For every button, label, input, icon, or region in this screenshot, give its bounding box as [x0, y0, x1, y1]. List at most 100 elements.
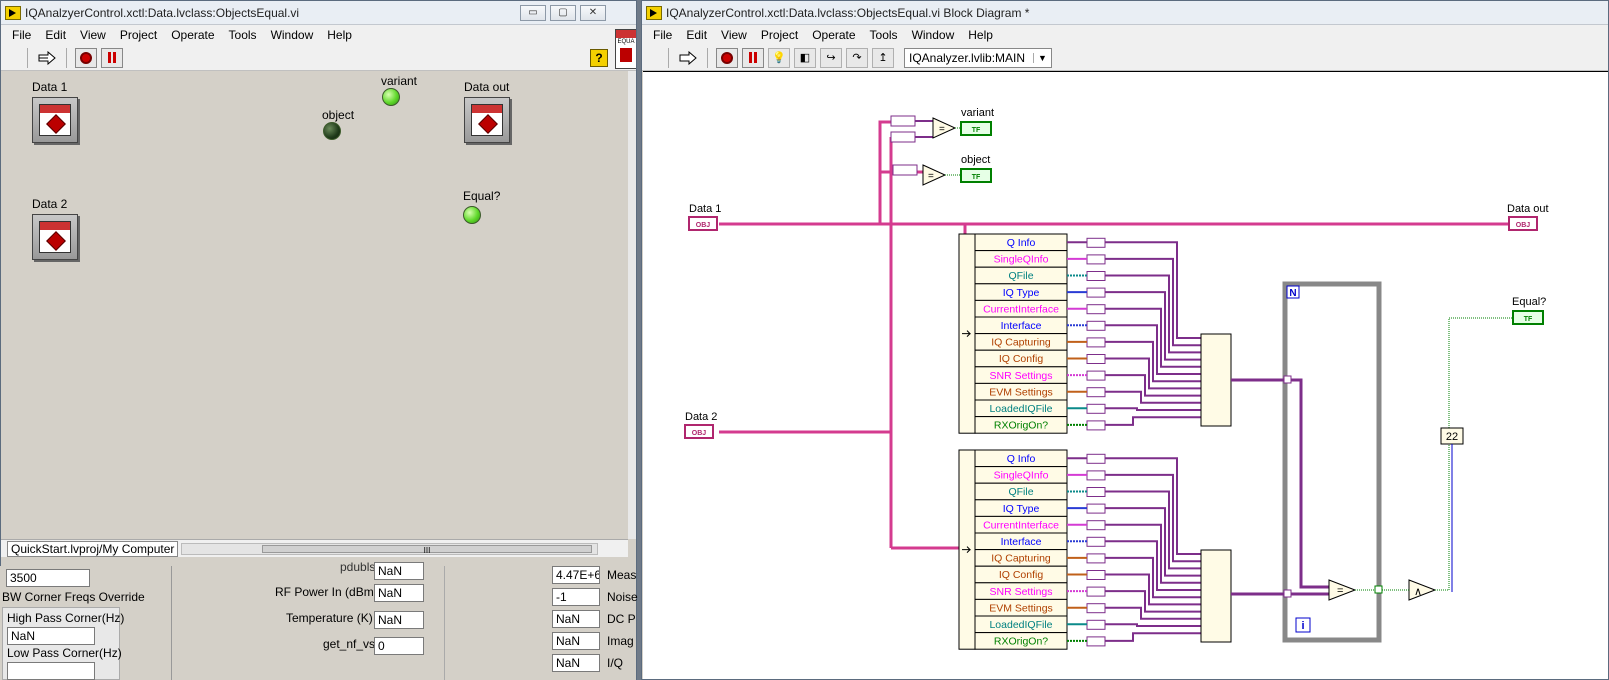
equal-node-variant[interactable]: =	[932, 117, 957, 139]
object-cube-icon	[46, 231, 66, 251]
unbundle-element-2: QFile	[1008, 486, 1033, 498]
step-out-icon[interactable]: ↥	[872, 47, 894, 68]
equal-led	[463, 206, 481, 224]
context-help-icon[interactable]: ?	[590, 49, 608, 67]
constant-22[interactable]: 22	[1440, 427, 1464, 445]
unbundle-element-11: RXOrigOn?	[994, 420, 1048, 432]
get-nf-vs-label: get_nf_vs	[323, 637, 376, 651]
data1-terminal[interactable]: Data 1 OBJ	[688, 203, 721, 231]
to-variant-node	[1086, 503, 1106, 514]
front-panel-hscroll[interactable]: III	[181, 543, 598, 555]
menu-tools[interactable]: Tools	[863, 28, 905, 42]
front-panel-menubar: File Edit View Project Operate Tools Win…	[1, 25, 636, 45]
equal-terminal[interactable]: Equal? TF	[1512, 296, 1546, 325]
bw-override-label: BW Corner Freqs Override	[2, 590, 145, 604]
to-variant-node	[1086, 470, 1106, 481]
to-variant-node	[1086, 536, 1106, 547]
abort-button[interactable]	[716, 47, 738, 68]
unbundle-1-output-wires	[1067, 241, 1201, 426]
maximize-icon[interactable]: ▢	[550, 5, 576, 21]
unbundle-by-name-2[interactable]: Q Info SingleQInfo QFile IQ Type CurrentInte…	[958, 449, 1106, 650]
to-variant-node	[1086, 636, 1106, 647]
block-diagram-titlebar[interactable]: IQAnalyzerControl.xctl:Data.lvclass:Obje…	[642, 1, 1608, 25]
step-into-icon[interactable]: ↪	[820, 47, 842, 68]
step-over-icon[interactable]: ↷	[846, 47, 868, 68]
to-variant-nodes[interactable]	[890, 115, 916, 143]
unbundle-by-name-1[interactable]: Q Info SingleQInfo QFile IQ Type CurrentInte…	[958, 233, 1106, 434]
pause-button[interactable]	[101, 47, 123, 68]
minimize-icon[interactable]: ▭	[520, 5, 546, 21]
menu-tools[interactable]: Tools	[222, 28, 264, 42]
data2-terminal[interactable]: Data 2 OBJ	[684, 411, 717, 439]
value-iq[interactable]: NaN	[552, 654, 600, 672]
menu-view[interactable]: View	[73, 28, 113, 42]
front-panel-titlebar[interactable]: IQAnalzyerControl.xctl:Data.lvclass:Obje…	[1, 1, 636, 25]
menu-help[interactable]: Help	[961, 28, 1000, 42]
to-variant-node	[1086, 370, 1106, 381]
build-array-2[interactable]	[1200, 549, 1232, 643]
stop-icon	[80, 51, 92, 64]
low-pass-label: Low Pass Corner(Hz)	[7, 646, 122, 660]
abort-button[interactable]	[75, 47, 97, 68]
context-selector[interactable]: IQAnalyzer.lvlib:MAIN ▼	[904, 47, 1052, 68]
menu-edit[interactable]: Edit	[38, 28, 73, 42]
menu-window[interactable]: Window	[905, 28, 962, 42]
svg-text:Equal?: Equal?	[1512, 296, 1546, 308]
highlight-execution-icon[interactable]: 💡	[768, 47, 790, 68]
to-variant-node	[1086, 304, 1106, 315]
svg-text:Data 1: Data 1	[689, 203, 721, 215]
unbundle-element-7: IQ Config	[999, 569, 1044, 581]
get-nf-vs-field[interactable]: 0	[374, 637, 424, 655]
temperature-field[interactable]: NaN	[374, 611, 424, 629]
labview-app-icon	[5, 5, 21, 20]
menu-view[interactable]: View	[714, 28, 754, 42]
menu-operate[interactable]: Operate	[164, 28, 221, 42]
corner-freq-cluster: High Pass Corner(Hz) NaN Low Pass Corner…	[2, 607, 124, 680]
equal-node-loop[interactable]: =	[1328, 579, 1357, 601]
object-terminal[interactable]: object TF	[960, 154, 992, 183]
to-variant-node	[1086, 337, 1106, 348]
unbundle-element-10: LoadedIQFile	[989, 403, 1052, 415]
menu-window[interactable]: Window	[264, 28, 321, 42]
svg-text:TF: TF	[972, 174, 981, 181]
and-array-elements-node[interactable]: ∧	[1408, 579, 1437, 601]
unbundle-element-2: QFile	[1008, 270, 1033, 282]
close-icon[interactable]: ✕	[580, 5, 606, 21]
retain-wire-values-icon[interactable]: ◧	[794, 47, 816, 68]
data1-control[interactable]	[32, 97, 78, 143]
menu-edit[interactable]: Edit	[679, 28, 714, 42]
menu-file[interactable]: File	[646, 28, 679, 42]
to-object-node[interactable]	[892, 164, 918, 176]
high-pass-field[interactable]: NaN	[7, 627, 95, 645]
variant-terminal[interactable]: variant TF	[960, 107, 994, 136]
menu-operate[interactable]: Operate	[805, 28, 862, 42]
hscroll-thumb[interactable]: III	[262, 545, 592, 555]
value-meas[interactable]: 4.47E+6	[552, 566, 600, 584]
menu-project[interactable]: Project	[754, 28, 805, 42]
value-field-top[interactable]: NaN	[374, 562, 424, 580]
build-array-1[interactable]	[1200, 333, 1232, 427]
value-noise[interactable]: -1	[552, 588, 600, 606]
menu-help[interactable]: Help	[320, 28, 359, 42]
value-3500[interactable]: 3500	[6, 569, 90, 587]
tunnel-2	[1283, 589, 1292, 598]
menu-file[interactable]: File	[5, 28, 38, 42]
toolbar-separator	[707, 47, 708, 68]
pause-button[interactable]	[742, 47, 764, 68]
run-arrow-icon[interactable]	[36, 48, 58, 68]
value-imag[interactable]: NaN	[552, 632, 600, 650]
value-dc[interactable]: NaN	[552, 610, 600, 628]
front-panel-vscroll[interactable]	[628, 71, 636, 539]
menu-project[interactable]: Project	[113, 28, 164, 42]
data2-control[interactable]	[32, 214, 78, 260]
data-out-terminal[interactable]: Data out OBJ	[1507, 203, 1549, 231]
labview-app-icon	[646, 5, 662, 20]
temperature-label: Temperature (K)	[286, 611, 373, 625]
equal-node-object[interactable]: =	[922, 164, 947, 186]
run-arrow-icon[interactable]	[677, 48, 699, 68]
equal-label: Equal?	[463, 189, 501, 203]
pause-icon	[749, 52, 752, 63]
low-pass-field[interactable]	[7, 662, 95, 680]
rf-power-field[interactable]: NaN	[374, 584, 424, 602]
output-tunnel	[1374, 585, 1383, 594]
